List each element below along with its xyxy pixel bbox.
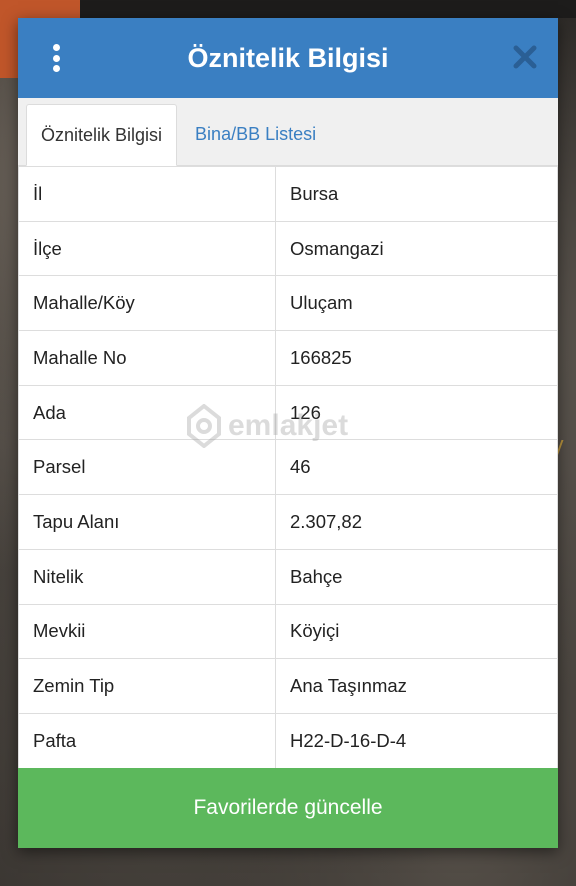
attribute-dialog: Öznitelik Bilgisi Öznitelik Bilgisi Bina… bbox=[18, 18, 558, 848]
attribute-value: 126 bbox=[275, 384, 558, 441]
attribute-key: Mahalle No bbox=[18, 330, 276, 386]
attribute-value: 166825 bbox=[275, 330, 558, 386]
table-row: Zemin Tip Ana Taşınmaz bbox=[18, 658, 558, 714]
attribute-key: Pafta bbox=[18, 712, 276, 769]
attribute-key: Parsel bbox=[18, 439, 276, 496]
attribute-table: İl Bursa İlçe Osmangazi Mahalle/Köy Uluç… bbox=[18, 166, 558, 769]
map-region bbox=[80, 0, 576, 18]
table-row: Parsel 46 bbox=[18, 439, 558, 496]
attribute-value: H22-D-16-D-4 bbox=[275, 712, 558, 769]
tab-bar: Öznitelik Bilgisi Bina/BB Listesi bbox=[18, 98, 558, 166]
attribute-value: 2.307,82 bbox=[275, 494, 558, 550]
table-row: Mevkii Köyiçi bbox=[18, 603, 558, 660]
table-row: İl Bursa bbox=[18, 166, 558, 222]
attribute-value: Ana Taşınmaz bbox=[275, 658, 558, 714]
table-row: Mahalle/Köy Uluçam bbox=[18, 275, 558, 332]
attribute-value: Bahçe bbox=[275, 548, 558, 605]
attribute-value: Uluçam bbox=[275, 275, 558, 332]
attribute-value: 46 bbox=[275, 439, 558, 496]
dialog-title: Öznitelik Bilgisi bbox=[187, 42, 389, 73]
attribute-key: Zemin Tip bbox=[18, 658, 276, 714]
tab-attribute-info[interactable]: Öznitelik Bilgisi bbox=[26, 104, 178, 166]
dialog-header: Öznitelik Bilgisi bbox=[18, 18, 558, 98]
more-vertical-icon[interactable] bbox=[46, 42, 66, 74]
attribute-key: Tapu Alanı bbox=[18, 494, 276, 550]
attribute-key: Nitelik bbox=[18, 548, 276, 605]
table-row: Tapu Alanı 2.307,82 bbox=[18, 494, 558, 550]
attribute-key: İl bbox=[18, 166, 276, 222]
table-row: İlçe Osmangazi bbox=[18, 220, 558, 277]
tab-building-list[interactable]: Bina/BB Listesi bbox=[177, 103, 330, 165]
attribute-value: Bursa bbox=[275, 166, 558, 222]
attribute-value: Köyiçi bbox=[275, 603, 558, 660]
table-row: Mahalle No 166825 bbox=[18, 330, 558, 386]
table-row: Ada 126 bbox=[18, 384, 558, 441]
attribute-key: Mahalle/Köy bbox=[18, 275, 276, 332]
attribute-key: Ada bbox=[18, 384, 276, 441]
close-icon[interactable] bbox=[512, 44, 538, 70]
attribute-key: Mevkii bbox=[18, 603, 276, 660]
table-row: Nitelik Bahçe bbox=[18, 548, 558, 605]
attribute-value: Osmangazi bbox=[275, 220, 558, 277]
attribute-key: İlçe bbox=[18, 220, 276, 277]
update-favorites-button[interactable]: Favorilerde güncelle bbox=[18, 768, 558, 848]
table-row: Pafta H22-D-16-D-4 bbox=[18, 712, 558, 769]
